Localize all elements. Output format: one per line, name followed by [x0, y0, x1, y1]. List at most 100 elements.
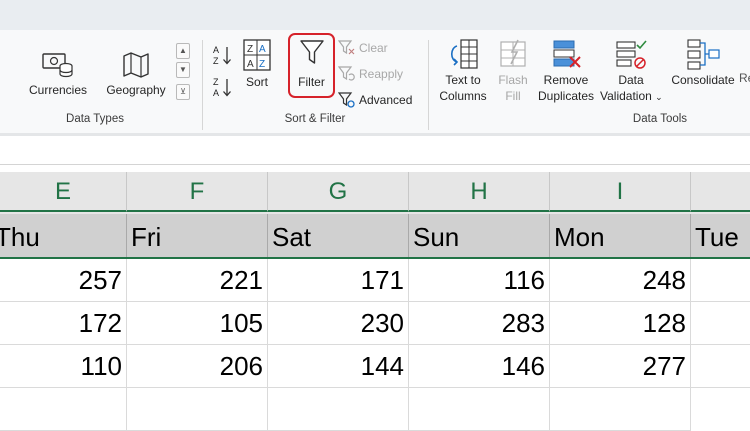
consolidate-button[interactable]: Consolidate	[668, 38, 738, 88]
currencies-label: Currencies	[28, 83, 88, 97]
title-strip	[0, 0, 750, 30]
table-cell[interactable]: 248	[550, 259, 691, 302]
data-validation-button[interactable]: Data Validation ⌄	[600, 38, 663, 105]
table-cell[interactable]: 172	[0, 302, 127, 345]
data-validation-label-line1: Data	[618, 73, 644, 87]
currencies-button[interactable]: Currencies	[22, 50, 94, 98]
currencies-icon	[41, 50, 75, 80]
data-validation-label-line2: Validation ⌄	[600, 88, 663, 105]
clear-label: Clear	[359, 40, 388, 55]
flash-fill-button[interactable]: Flash Fill	[494, 38, 532, 104]
reapply-button[interactable]: Reapply	[338, 65, 403, 82]
reapply-icon	[338, 66, 355, 81]
cell-day-sun[interactable]: Sun	[409, 214, 550, 258]
table-cell[interactable]	[0, 388, 127, 431]
remove-duplicates-icon	[550, 38, 582, 70]
geography-label: Geography	[106, 83, 166, 97]
text-to-columns-label-line1: Text to	[445, 73, 481, 87]
data-tools-group-label: Data Tools	[632, 113, 688, 125]
flash-fill-label-line1: Flash	[498, 73, 528, 87]
flash-fill-icon	[498, 38, 528, 70]
column-header-g[interactable]: G	[268, 172, 409, 212]
cell-day-sat[interactable]: Sat	[268, 214, 409, 258]
group-separator	[428, 40, 429, 130]
cell-day-fri[interactable]: Fri	[127, 214, 268, 258]
cell-day-tue[interactable]: Tue	[691, 214, 750, 258]
flash-fill-label-line2: Fill	[505, 89, 521, 103]
map-icon	[121, 50, 151, 80]
table-cell[interactable]	[691, 345, 750, 388]
sort-icon: Z A A Z	[242, 38, 272, 72]
table-cell[interactable]: 144	[268, 345, 409, 388]
svg-text:A: A	[213, 45, 219, 55]
table-cell[interactable]: 221	[127, 259, 268, 302]
group-separator	[202, 40, 203, 130]
remove-duplicates-button[interactable]: Remove Duplicates	[536, 38, 596, 104]
sort-label: Sort	[245, 75, 268, 89]
svg-text:A: A	[213, 88, 219, 98]
sort-filter-group-label: Sort & Filter	[284, 113, 346, 125]
remove-duplicates-label-line1: Remove	[543, 73, 589, 87]
table-cell[interactable]: 257	[0, 259, 127, 302]
formula-bar-area	[0, 136, 750, 165]
clear-filter-button[interactable]: Clear	[338, 39, 388, 56]
column-header-f[interactable]: F	[127, 172, 268, 212]
table-cell[interactable]	[127, 388, 268, 431]
table-cell[interactable]: 283	[409, 302, 550, 345]
table-cell[interactable]	[550, 388, 691, 431]
table-cell[interactable]: 128	[550, 302, 691, 345]
table-cell[interactable]: 230	[268, 302, 409, 345]
clear-filter-icon	[338, 40, 355, 55]
data-validation-label-text: Validation	[600, 89, 652, 103]
column-header-j[interactable]	[691, 172, 750, 212]
text-to-columns-icon	[447, 38, 479, 70]
column-header-e[interactable]: E	[0, 172, 127, 212]
sort-descending-button[interactable]: Z A	[212, 76, 234, 98]
sort-a-to-z-icon: A Z	[213, 45, 231, 66]
remove-duplicates-label-line2: Duplicates	[537, 89, 595, 103]
funnel-icon	[299, 38, 325, 68]
table-cell[interactable]: 105	[127, 302, 268, 345]
svg-text:Z: Z	[259, 59, 265, 70]
gallery-scroll-down-button[interactable]: ▼	[176, 62, 190, 78]
table-cell[interactable]	[268, 388, 409, 431]
table-cell[interactable]	[691, 259, 750, 302]
reapply-label: Reapply	[359, 66, 404, 81]
svg-text:Z: Z	[213, 77, 219, 87]
column-header-i[interactable]: I	[550, 172, 691, 212]
cell-day-mon[interactable]: Mon	[550, 214, 691, 258]
filter-label: Filter	[298, 75, 325, 89]
relationships-button[interactable]: Re	[739, 70, 750, 86]
sort-button[interactable]: Z A A Z Sort	[238, 38, 276, 90]
cell-day-thu[interactable]: Thu	[0, 214, 127, 258]
advanced-label: Advanced	[359, 92, 413, 107]
text-to-columns-button[interactable]: Text to Columns	[436, 38, 490, 104]
consolidate-label: Consolidate	[671, 73, 735, 87]
table-cell[interactable]: 110	[0, 345, 127, 388]
svg-text:Z: Z	[213, 56, 219, 66]
sort-z-to-a-icon: Z A	[213, 77, 231, 98]
column-header-h[interactable]: H	[409, 172, 550, 212]
table-cell[interactable]: 116	[409, 259, 550, 302]
table-cell[interactable]: 206	[127, 345, 268, 388]
data-validation-icon	[615, 38, 647, 70]
gallery-scroll-up-button[interactable]: ▲	[176, 43, 190, 59]
relationships-label: Re	[739, 71, 750, 85]
sort-ascending-button[interactable]: A Z	[212, 44, 234, 66]
svg-text:Z: Z	[247, 44, 253, 55]
advanced-filter-button[interactable]: Advanced	[338, 91, 412, 108]
text-to-columns-label-line2: Columns	[439, 89, 487, 103]
table-cell[interactable]: 171	[268, 259, 409, 302]
advanced-filter-icon	[338, 92, 355, 108]
table-cell[interactable]: 277	[550, 345, 691, 388]
filter-button[interactable]: Filter	[290, 38, 333, 90]
consolidate-icon	[686, 38, 720, 70]
table-cell[interactable]	[691, 302, 750, 345]
data-types-group-label: Data Types	[66, 113, 124, 125]
gallery-expand-button[interactable]: ⊻	[176, 84, 190, 100]
geography-button[interactable]: Geography	[100, 50, 172, 98]
table-cell[interactable]	[409, 388, 550, 431]
svg-text:A: A	[247, 59, 254, 70]
table-cell[interactable]: 146	[409, 345, 550, 388]
svg-text:A: A	[259, 44, 266, 55]
